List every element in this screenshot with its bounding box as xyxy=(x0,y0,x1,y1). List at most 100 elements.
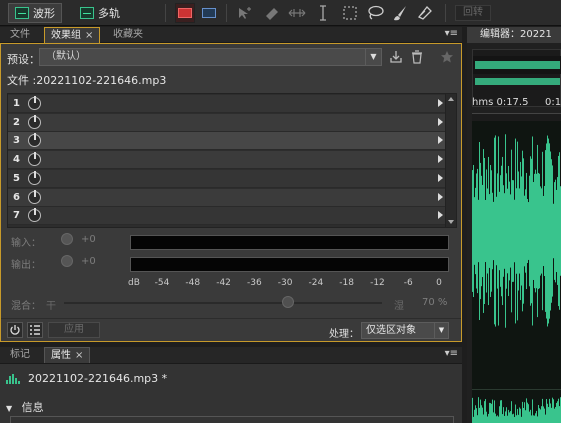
effect-slot-name[interactable] xyxy=(46,190,432,205)
mix-value: 70 % xyxy=(422,297,448,308)
main-toolbar: 波形 多轨 回转 xyxy=(0,0,561,26)
tab-favorites[interactable]: 收藏夹 xyxy=(107,27,149,43)
panel-menu-icon[interactable]: ▾≡ xyxy=(445,348,458,359)
input-level-meter xyxy=(130,235,449,250)
close-icon[interactable]: × xyxy=(75,350,83,361)
power-icon[interactable] xyxy=(28,133,41,148)
input-gain-value: +0 xyxy=(81,234,96,245)
master-power-button[interactable] xyxy=(7,322,23,338)
tab-markers[interactable]: 标记 xyxy=(4,347,36,363)
effect-slot-name[interactable] xyxy=(46,171,432,186)
frequency-display-icon[interactable] xyxy=(175,3,195,23)
chevron-down-icon: ▼ xyxy=(365,49,381,65)
effect-slot-number: 2 xyxy=(13,116,20,128)
time-selection-tool-icon[interactable] xyxy=(313,3,333,23)
power-icon[interactable] xyxy=(28,96,41,110)
effect-slot-name[interactable] xyxy=(46,115,432,130)
output-label: 输出： xyxy=(11,260,41,271)
lasso-tool-icon[interactable] xyxy=(365,3,385,23)
chevron-right-icon[interactable] xyxy=(438,99,443,107)
output-gain-knob[interactable] xyxy=(61,255,73,267)
mix-slider-track[interactable] xyxy=(64,302,382,304)
meter-tick-label: -6 xyxy=(403,278,413,288)
effect-slot-name[interactable] xyxy=(46,133,432,148)
razor-tool-icon[interactable] xyxy=(262,3,282,23)
main-waveform xyxy=(472,134,561,423)
meter-tick-label: -24 xyxy=(308,278,324,288)
waveform-view-label: 波形 xyxy=(33,7,55,20)
power-icon[interactable] xyxy=(28,170,41,185)
process-dropdown[interactable]: 仅选区对象 ▼ xyxy=(361,322,449,339)
chevron-down-icon: ▼ xyxy=(434,323,448,338)
chevron-right-icon[interactable] xyxy=(438,117,443,126)
effect-slot-number: 7 xyxy=(13,210,20,222)
mix-slider-thumb[interactable] xyxy=(282,296,294,308)
power-icon[interactable] xyxy=(28,114,41,129)
effect-slot-name[interactable] xyxy=(46,96,432,111)
chevron-right-icon[interactable] xyxy=(438,192,443,201)
effect-slot-row[interactable]: 1 xyxy=(8,95,446,113)
time-ruler-label: hms 0:17.5 xyxy=(472,97,529,108)
move-tool-icon[interactable] xyxy=(234,3,254,23)
effects-rack-panel: 预设： （默认） ▼ 文件 :20221102-221646.mp3 1 2 3 4 5… xyxy=(0,43,462,342)
spot-healing-tool-icon[interactable] xyxy=(414,3,434,23)
power-icon[interactable] xyxy=(28,189,41,204)
effect-slot-name[interactable] xyxy=(46,208,432,223)
effect-slot-row[interactable]: 6 xyxy=(8,188,446,207)
tab-editor[interactable]: 编辑器：20221 xyxy=(467,27,561,43)
chevron-right-icon[interactable] xyxy=(438,173,443,182)
properties-file-row: 20221102-221646.mp3 * xyxy=(6,372,167,385)
input-gain-knob[interactable] xyxy=(61,233,73,245)
brush-tool-icon[interactable] xyxy=(390,3,410,23)
panel-menu-icon[interactable]: ▾≡ xyxy=(445,28,458,39)
chevron-right-icon[interactable] xyxy=(438,155,443,164)
power-icon[interactable] xyxy=(28,152,41,167)
scroll-down-icon[interactable] xyxy=(448,220,454,224)
rack-scrollbar[interactable] xyxy=(445,94,456,227)
delete-preset-icon[interactable] xyxy=(409,49,425,65)
effect-slot-name[interactable] xyxy=(46,152,432,167)
info-section-label: 信息 xyxy=(21,401,44,414)
waveform-view-button[interactable]: 波形 xyxy=(8,3,62,23)
rack-file-name: 文件 :20221102-221646.mp3 xyxy=(7,74,167,87)
show-rack-list-icon[interactable] xyxy=(27,322,43,338)
meter-tick-label: -30 xyxy=(277,278,293,288)
tab-files[interactable]: 文件 xyxy=(4,27,36,43)
tab-properties-label: 属性 xyxy=(51,350,71,361)
tab-properties[interactable]: 属性 × xyxy=(44,347,91,363)
spectral-display-icon[interactable] xyxy=(199,3,219,23)
chevron-right-icon[interactable] xyxy=(438,136,443,145)
scroll-up-icon[interactable] xyxy=(448,97,454,101)
revert-button[interactable]: 回转 xyxy=(455,5,491,21)
effect-slot-row[interactable]: 3 xyxy=(8,132,446,151)
close-icon[interactable]: × xyxy=(85,30,93,41)
effect-slot-row[interactable]: 5 xyxy=(8,169,446,188)
waveform-display[interactable] xyxy=(472,121,561,423)
effect-slot-row[interactable]: 7 xyxy=(8,207,446,226)
slip-tool-icon[interactable] xyxy=(287,3,307,23)
apply-button[interactable]: 应用 xyxy=(48,322,100,338)
preset-dropdown[interactable]: （默认） ▼ xyxy=(39,48,382,66)
meter-tick-label: -36 xyxy=(246,278,262,288)
mix-wet-label: 湿 xyxy=(394,301,404,312)
marquee-tool-icon[interactable] xyxy=(340,3,360,23)
save-preset-icon[interactable] xyxy=(388,49,404,65)
power-icon[interactable] xyxy=(28,208,41,223)
effect-slot-row[interactable]: 2 xyxy=(8,113,446,132)
toolbar-divider xyxy=(226,4,227,22)
properties-panel: 20221102-221646.mp3 * ▼ 信息 xyxy=(0,364,462,423)
effect-slot-row[interactable]: 4 xyxy=(8,151,446,170)
favorite-star-icon[interactable] xyxy=(439,49,455,65)
tab-effects-rack[interactable]: 效果组 × xyxy=(44,27,101,43)
effect-slot-number: 1 xyxy=(13,98,20,109)
info-section-header[interactable]: ▼ 信息 xyxy=(6,399,44,415)
chevron-right-icon[interactable] xyxy=(438,211,443,220)
lower-panel-tabs: 标记 属性 × ▾≡ xyxy=(0,347,462,364)
multitrack-view-button[interactable]: 多轨 xyxy=(74,3,126,23)
effects-slot-list: 1 2 3 4 5 6 7 xyxy=(7,93,457,228)
editor-panel: 编辑器：20221 hms 0:17.5 0:1 xyxy=(467,27,561,423)
editor-tab-label: 编辑器：20221 xyxy=(480,29,552,40)
effect-slot-number: 3 xyxy=(13,135,20,147)
meter-tick-label: -48 xyxy=(185,278,201,288)
tab-effects-rack-label: 效果组 xyxy=(51,30,81,41)
